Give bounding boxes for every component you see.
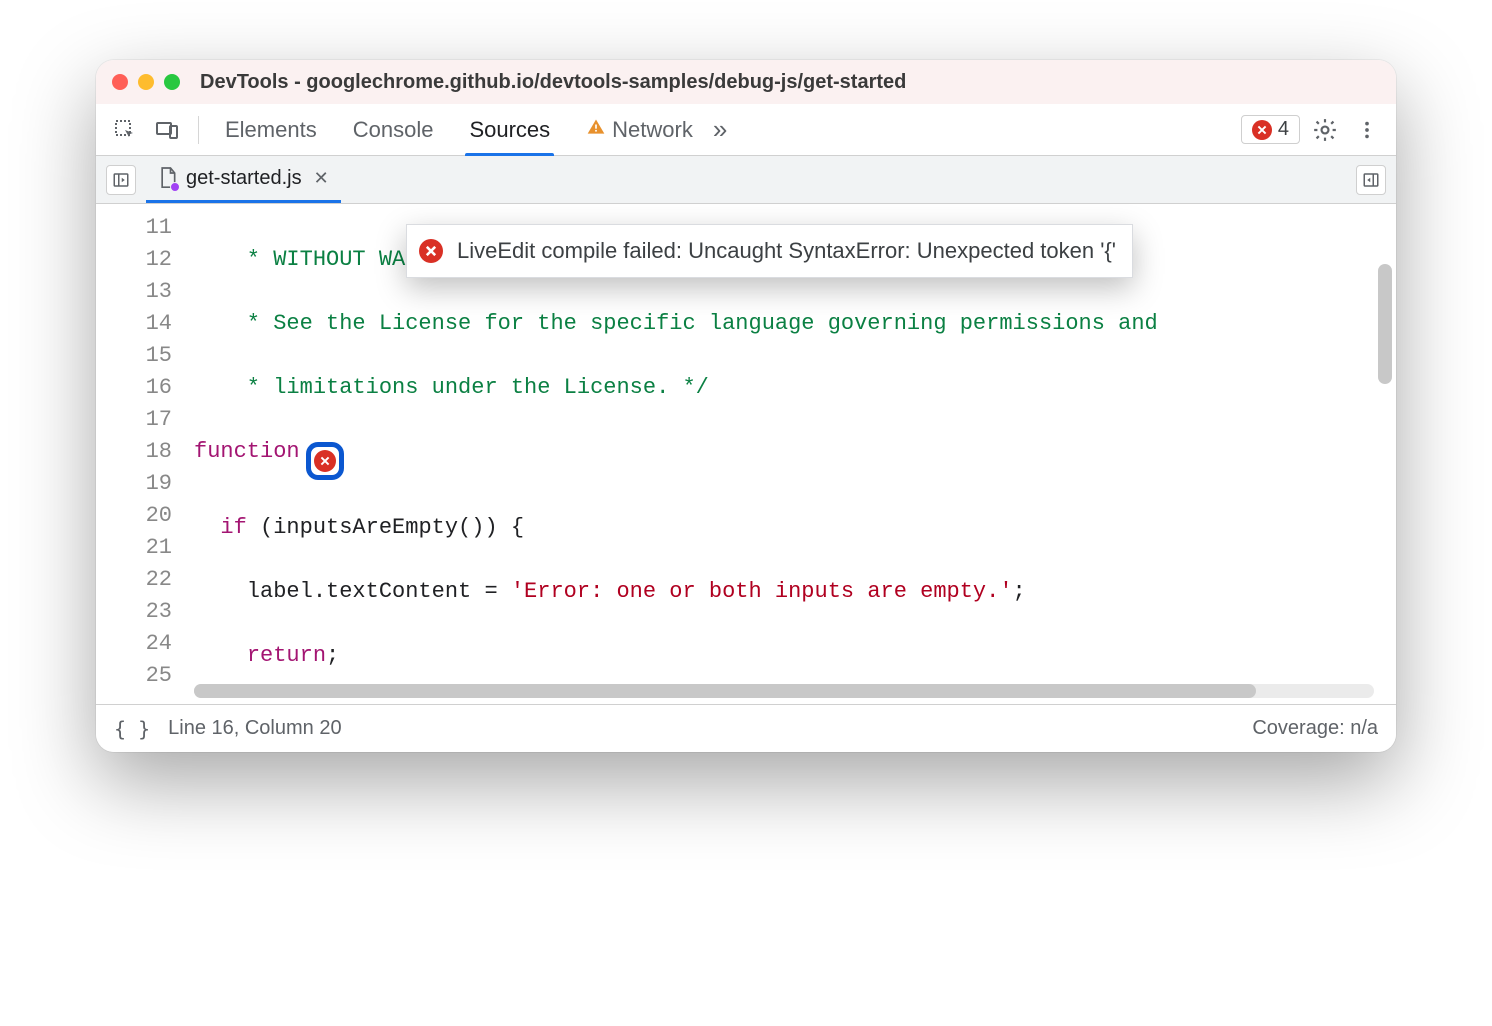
tab-sources-label: Sources bbox=[469, 117, 550, 143]
line-number: 14 bbox=[96, 308, 172, 340]
kebab-menu-icon[interactable] bbox=[1350, 113, 1384, 147]
line-number: 23 bbox=[96, 596, 172, 628]
zoom-window-button[interactable] bbox=[164, 74, 180, 90]
error-count-badge[interactable]: 4 bbox=[1241, 115, 1300, 144]
code-line: return; bbox=[194, 640, 1396, 672]
code-text: ; bbox=[326, 643, 339, 668]
main-toolbar: Elements Console Sources Network » 4 bbox=[96, 104, 1396, 156]
pretty-print-icon[interactable]: { } bbox=[114, 717, 150, 741]
tab-sources[interactable]: Sources bbox=[465, 104, 554, 155]
tab-network[interactable]: Network bbox=[582, 104, 697, 155]
line-number: 20 bbox=[96, 500, 172, 532]
line-number: 17 bbox=[96, 404, 172, 436]
line-number: 19 bbox=[96, 468, 172, 500]
code-line: * See the License for the specific langu… bbox=[194, 308, 1396, 340]
modified-dot-icon bbox=[170, 182, 180, 192]
line-number: 15 bbox=[96, 340, 172, 372]
titlebar: DevTools - googlechrome.github.io/devtoo… bbox=[96, 60, 1396, 104]
panel-tabs: Elements Console Sources Network bbox=[221, 104, 697, 155]
code-text: * See the License for the specific langu… bbox=[194, 311, 1158, 336]
window-title: DevTools - googlechrome.github.io/devtoo… bbox=[200, 71, 906, 94]
line-number: 22 bbox=[96, 564, 172, 596]
show-navigator-icon[interactable] bbox=[106, 165, 136, 195]
line-number: 18 bbox=[96, 436, 172, 468]
line-number: 12 bbox=[96, 244, 172, 276]
code-line: function bbox=[194, 436, 1396, 480]
line-number: 25 bbox=[96, 660, 172, 692]
scrollbar-thumb[interactable] bbox=[1378, 264, 1392, 384]
code-line: if (inputsAreEmpty()) { bbox=[194, 512, 1396, 544]
status-bar: { } Line 16, Column 20 Coverage: n/a bbox=[96, 704, 1396, 752]
line-number: 13 bbox=[96, 276, 172, 308]
warning-icon bbox=[586, 117, 606, 143]
code-text: ; bbox=[1013, 579, 1026, 604]
line-number: 16 bbox=[96, 372, 172, 404]
code-text: function bbox=[194, 439, 300, 464]
device-toolbar-icon[interactable] bbox=[150, 113, 184, 147]
code-content[interactable]: * WITHOUT WARRANTIES OR CONDITIONS OF AN… bbox=[186, 204, 1396, 704]
file-tab[interactable]: get-started.js ✕ bbox=[146, 156, 341, 203]
vertical-scrollbar[interactable] bbox=[1378, 264, 1392, 674]
code-line: label.textContent = 'Error: one or both … bbox=[194, 576, 1396, 608]
tab-elements[interactable]: Elements bbox=[221, 104, 321, 155]
file-tab-name: get-started.js bbox=[186, 167, 302, 190]
close-tab-icon[interactable]: ✕ bbox=[314, 168, 329, 189]
tab-console[interactable]: Console bbox=[349, 104, 438, 155]
minimize-window-button[interactable] bbox=[138, 74, 154, 90]
tab-elements-label: Elements bbox=[225, 117, 317, 143]
tab-network-label: Network bbox=[612, 117, 693, 143]
settings-gear-icon[interactable] bbox=[1308, 113, 1342, 147]
error-icon bbox=[1252, 120, 1272, 140]
line-number-gutter: 11 12 13 14 15 16 17 18 19 20 21 22 23 2… bbox=[96, 204, 186, 704]
file-icon bbox=[158, 166, 178, 190]
error-icon bbox=[419, 239, 443, 263]
show-debugger-icon[interactable] bbox=[1356, 165, 1386, 195]
line-number: 21 bbox=[96, 532, 172, 564]
error-icon bbox=[314, 450, 336, 472]
file-tab-bar: get-started.js ✕ bbox=[96, 156, 1396, 204]
code-line: * limitations under the License. */ bbox=[194, 372, 1396, 404]
code-text: * limitations under the License. */ bbox=[194, 375, 709, 400]
horizontal-scrollbar[interactable] bbox=[194, 684, 1374, 698]
code-text: if bbox=[220, 515, 246, 540]
close-window-button[interactable] bbox=[112, 74, 128, 90]
line-number: 11 bbox=[96, 212, 172, 244]
code-text: (inputsAreEmpty()) { bbox=[247, 515, 524, 540]
line-number: 24 bbox=[96, 628, 172, 660]
cursor-position: Line 16, Column 20 bbox=[168, 717, 341, 740]
code-text: 'Error: one or both inputs are empty.' bbox=[511, 579, 1013, 604]
code-editor[interactable]: 11 12 13 14 15 16 17 18 19 20 21 22 23 2… bbox=[96, 204, 1396, 704]
devtools-window: DevTools - googlechrome.github.io/devtoo… bbox=[96, 60, 1396, 752]
more-tabs-icon[interactable]: » bbox=[713, 114, 722, 145]
syntax-error-marker[interactable] bbox=[306, 442, 344, 480]
error-count-value: 4 bbox=[1278, 118, 1289, 141]
code-text: label.textContent = bbox=[194, 579, 511, 604]
code-text bbox=[194, 643, 247, 668]
coverage-status: Coverage: n/a bbox=[1252, 717, 1378, 740]
window-controls bbox=[112, 74, 180, 90]
code-text bbox=[194, 515, 220, 540]
error-tooltip: LiveEdit compile failed: Uncaught Syntax… bbox=[406, 224, 1133, 278]
code-text: return bbox=[247, 643, 326, 668]
scrollbar-thumb[interactable] bbox=[194, 684, 1256, 698]
inspect-element-icon[interactable] bbox=[108, 113, 142, 147]
tab-console-label: Console bbox=[353, 117, 434, 143]
error-tooltip-text: LiveEdit compile failed: Uncaught Syntax… bbox=[457, 235, 1116, 267]
toolbar-divider bbox=[198, 116, 199, 144]
